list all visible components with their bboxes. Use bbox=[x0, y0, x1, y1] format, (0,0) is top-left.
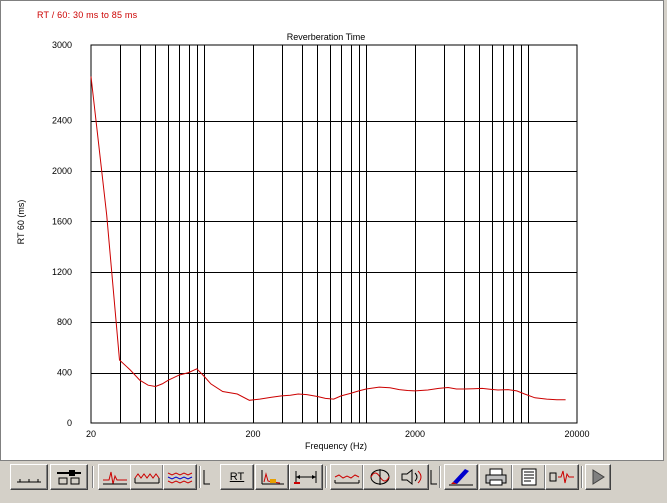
y-tick-label: 800 bbox=[57, 317, 72, 327]
y-tick-label: 3000 bbox=[52, 40, 72, 50]
speaker-test-button[interactable] bbox=[395, 464, 429, 490]
frequency-response-icon bbox=[334, 474, 360, 484]
play-button[interactable] bbox=[585, 464, 611, 490]
plot-frame bbox=[90, 44, 578, 424]
print-button[interactable] bbox=[479, 464, 513, 490]
printer-icon bbox=[485, 468, 507, 486]
signal-generator-icon bbox=[549, 470, 574, 484]
toolbar-bracket-icon bbox=[203, 468, 211, 491]
signal-generator-button[interactable] bbox=[545, 464, 579, 490]
play-icon bbox=[592, 469, 605, 485]
impulse-response-button[interactable] bbox=[98, 464, 132, 490]
y-tick-label: 0 bbox=[67, 418, 72, 428]
axis-scale-button[interactable] bbox=[10, 464, 48, 490]
waterfall-icon bbox=[134, 473, 160, 484]
y-axis-label: RT 60 (ms) bbox=[16, 200, 26, 245]
x-tick-label: 200 bbox=[245, 429, 260, 439]
toolbar-separator bbox=[199, 466, 201, 488]
grid-layer bbox=[90, 44, 578, 424]
slider-settings-button[interactable] bbox=[50, 464, 88, 490]
x-tick-label: 20000 bbox=[564, 429, 589, 439]
rt60-chart: Reverberation Time Frequency (Hz) RT 60 … bbox=[16, 32, 590, 451]
y-tick-label: 2000 bbox=[52, 166, 72, 176]
color-edit-button[interactable] bbox=[444, 464, 478, 490]
y-tick-label: 2400 bbox=[52, 116, 72, 126]
x-tick-label: 20 bbox=[86, 429, 96, 439]
phase-icon bbox=[370, 469, 390, 485]
rt-button-label: RT bbox=[229, 471, 245, 483]
chart-title: Reverberation Time bbox=[287, 32, 366, 42]
x-axis-label: Frequency (Hz) bbox=[305, 441, 367, 451]
app-window: RT / 60: 30 ms to 85 ms Reverberation Ti… bbox=[0, 0, 667, 503]
report-document-icon bbox=[521, 468, 537, 486]
energy-time-button[interactable] bbox=[255, 464, 289, 490]
frequency-response-button[interactable] bbox=[330, 464, 364, 490]
energy-time-icon bbox=[261, 470, 284, 485]
y-tick-label: 1600 bbox=[52, 216, 72, 226]
tick-label-layer: 0 400 800 1200 1600 2000 2400 3000 20 200 2000 2000… bbox=[52, 40, 590, 439]
time-window-button[interactable] bbox=[289, 464, 323, 490]
y-tick-label: 400 bbox=[57, 368, 72, 378]
time-window-icon bbox=[294, 471, 317, 484]
axis-scale-icon bbox=[17, 479, 41, 483]
waterfall-button[interactable] bbox=[130, 464, 164, 490]
impulse-icon bbox=[103, 471, 127, 485]
y-tick-label: 1200 bbox=[52, 267, 72, 277]
phase-button[interactable] bbox=[363, 464, 397, 490]
series-layer bbox=[90, 76, 566, 401]
color-pen-icon bbox=[449, 469, 473, 486]
speaker-icon bbox=[401, 468, 422, 486]
toolbar-separator bbox=[325, 466, 327, 488]
slider-icon bbox=[57, 470, 81, 485]
cumulative-spectrum-icon bbox=[167, 472, 193, 484]
toolbar-separator bbox=[439, 466, 441, 488]
report-button[interactable] bbox=[512, 464, 546, 490]
rt60-series-line bbox=[90, 76, 566, 401]
toolbar-bracket-icon bbox=[430, 468, 438, 491]
toolbar-separator bbox=[92, 466, 94, 488]
toolbar-separator bbox=[581, 466, 583, 488]
x-tick-label: 2000 bbox=[405, 429, 425, 439]
rt-button[interactable]: RT bbox=[220, 464, 254, 490]
cumulative-spectrum-button[interactable] bbox=[163, 464, 197, 490]
